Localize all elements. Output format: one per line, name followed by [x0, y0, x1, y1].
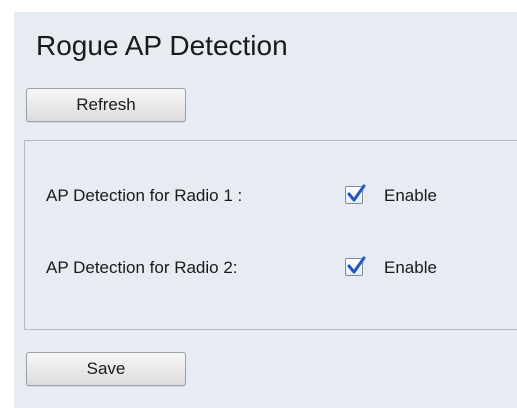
- checkmark-icon: [347, 256, 366, 274]
- detection-settings-panel: AP Detection for Radio 1 : Enable AP Det…: [24, 140, 517, 330]
- page-title: Rogue AP Detection: [36, 30, 288, 61]
- radio-2-detection-label: AP Detection for Radio 2:: [46, 258, 238, 277]
- radio-1-detection-label: AP Detection for Radio 1 :: [46, 186, 243, 205]
- refresh-button[interactable]: Refresh: [26, 88, 186, 122]
- radio-1-detection-row: AP Detection for Radio 1 : Enable: [25, 181, 517, 211]
- radio-2-enable-checkbox[interactable]: [345, 256, 366, 276]
- checkmark-icon: [347, 184, 366, 202]
- radio-1-enable-checkbox[interactable]: [345, 184, 366, 204]
- radio-2-enable-label: Enable: [384, 258, 437, 277]
- rogue-ap-detection-page: Rogue AP Detection Refresh AP Detection …: [14, 12, 517, 408]
- save-button[interactable]: Save: [26, 352, 186, 386]
- radio-1-enable-label: Enable: [384, 186, 437, 205]
- radio-2-detection-row: AP Detection for Radio 2: Enable: [25, 253, 517, 283]
